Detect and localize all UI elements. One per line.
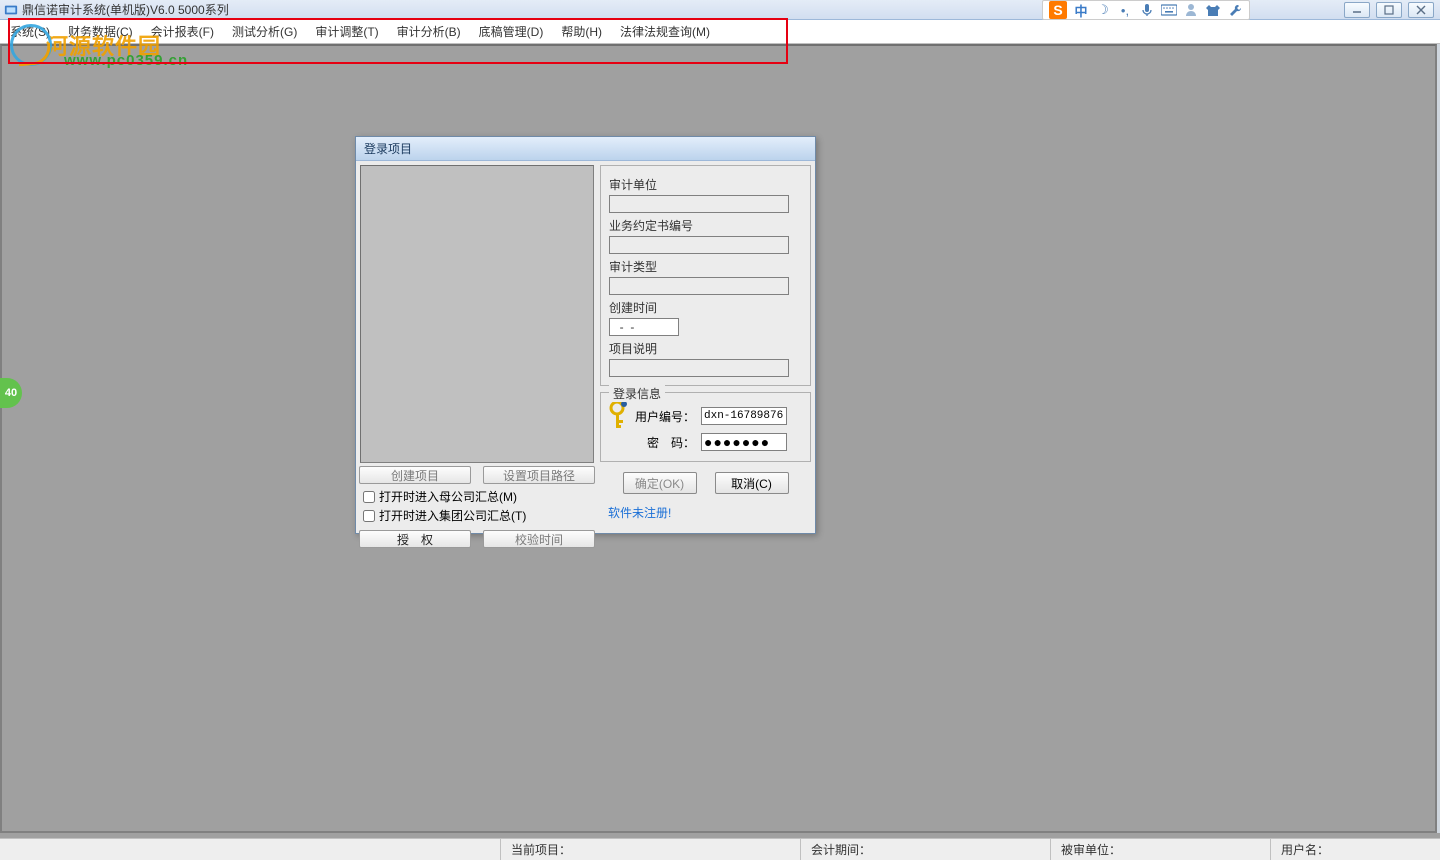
login-info-group: 登录信息 用户编号： 密 码： ●●●●●●● — [600, 392, 811, 462]
status-username: 用户名： — [1270, 839, 1440, 860]
ok-button[interactable]: 确定(OK) — [623, 472, 697, 494]
menu-audit-analysis[interactable]: 审计分析(B) — [397, 23, 461, 40]
project-list-pane[interactable] — [360, 165, 594, 463]
status-current-project: 当前项目： — [500, 839, 800, 860]
dialog-title: 登录项目 — [356, 137, 815, 161]
app-icon — [4, 3, 18, 17]
label-project-desc: 项目说明 — [609, 340, 802, 357]
minimize-button[interactable] — [1344, 2, 1370, 18]
checkbox-group-summary[interactable] — [363, 510, 375, 522]
unregistered-link[interactable]: 软件未注册! — [600, 504, 811, 529]
status-period: 会计期间： — [800, 839, 1050, 860]
label-group-summary: 打开时进入集团公司汇总(T) — [379, 507, 526, 524]
menubar: 系统(S) 财务数据(C) 会计报表(F) 测试分析(G) 审计调整(T) 审计… — [0, 20, 1440, 44]
mic-icon[interactable] — [1139, 2, 1155, 18]
menu-workpaper[interactable]: 底稿管理(D) — [479, 23, 544, 40]
menu-test-analysis[interactable]: 测试分析(G) — [232, 23, 297, 40]
input-audit-unit[interactable] — [609, 195, 789, 213]
status-audited-unit: 被审单位： — [1050, 839, 1270, 860]
label-password: 密 码： — [635, 434, 695, 451]
skin-icon[interactable] — [1205, 2, 1221, 18]
watermark-logo-icon — [10, 24, 52, 66]
sogou-icon[interactable]: S — [1049, 1, 1067, 19]
keyboard-icon[interactable] — [1161, 2, 1177, 18]
input-create-time[interactable] — [609, 318, 679, 336]
ime-toolbar[interactable]: S 中 ☽ •, — [1042, 0, 1250, 20]
login-legend: 登录信息 — [609, 385, 665, 402]
input-project-desc[interactable] — [609, 359, 789, 377]
side-tab-label: 40 — [5, 387, 17, 399]
set-path-button[interactable]: 设置项目路径 — [483, 466, 595, 484]
cancel-button[interactable]: 取消(C) — [715, 472, 789, 494]
statusbar: 当前项目： 会计期间： 被审单位： 用户名： — [0, 838, 1440, 860]
verify-time-button[interactable]: 校验时间 — [483, 530, 595, 548]
key-icon — [609, 399, 631, 431]
window-title: 鼎信诺审计系统(单机版)V6.0 5000系列 — [22, 1, 229, 18]
menu-law-query[interactable]: 法律法规查询(M) — [620, 23, 710, 40]
status-empty — [0, 839, 500, 860]
label-parent-summary: 打开时进入母公司汇总(M) — [379, 488, 517, 505]
person-icon[interactable] — [1183, 2, 1199, 18]
menu-audit-adjust[interactable]: 审计调整(T) — [315, 23, 378, 40]
input-contract-no[interactable] — [609, 236, 789, 254]
project-info-group: 审计单位 业务约定书编号 审计类型 创建时间 项目说明 — [600, 165, 811, 386]
menu-help[interactable]: 帮助(H) — [561, 23, 602, 40]
input-user-id[interactable] — [701, 407, 787, 425]
watermark: 河源软件园 www.pc0359.cn — [10, 24, 161, 66]
ime-lang-icon[interactable]: 中 — [1073, 2, 1089, 18]
punct-icon[interactable]: •, — [1117, 2, 1133, 18]
maximize-button[interactable] — [1376, 2, 1402, 18]
label-contract-no: 业务约定书编号 — [609, 217, 802, 234]
input-password[interactable]: ●●●●●●● — [701, 433, 787, 451]
label-audit-type: 审计类型 — [609, 258, 802, 275]
label-create-time: 创建时间 — [609, 299, 802, 316]
label-user-id: 用户编号： — [635, 408, 695, 425]
input-audit-type[interactable] — [609, 277, 789, 295]
create-project-button[interactable]: 创建项目 — [359, 466, 471, 484]
checkbox-parent-summary[interactable] — [363, 491, 375, 503]
wrench-icon[interactable] — [1227, 2, 1243, 18]
moon-icon[interactable]: ☽ — [1095, 2, 1111, 18]
watermark-url: www.pc0359.cn — [64, 52, 188, 69]
authorize-button[interactable]: 授 权 — [359, 530, 471, 548]
label-audit-unit: 审计单位 — [609, 176, 802, 193]
close-button[interactable] — [1408, 2, 1434, 18]
window-controls — [1344, 2, 1434, 18]
